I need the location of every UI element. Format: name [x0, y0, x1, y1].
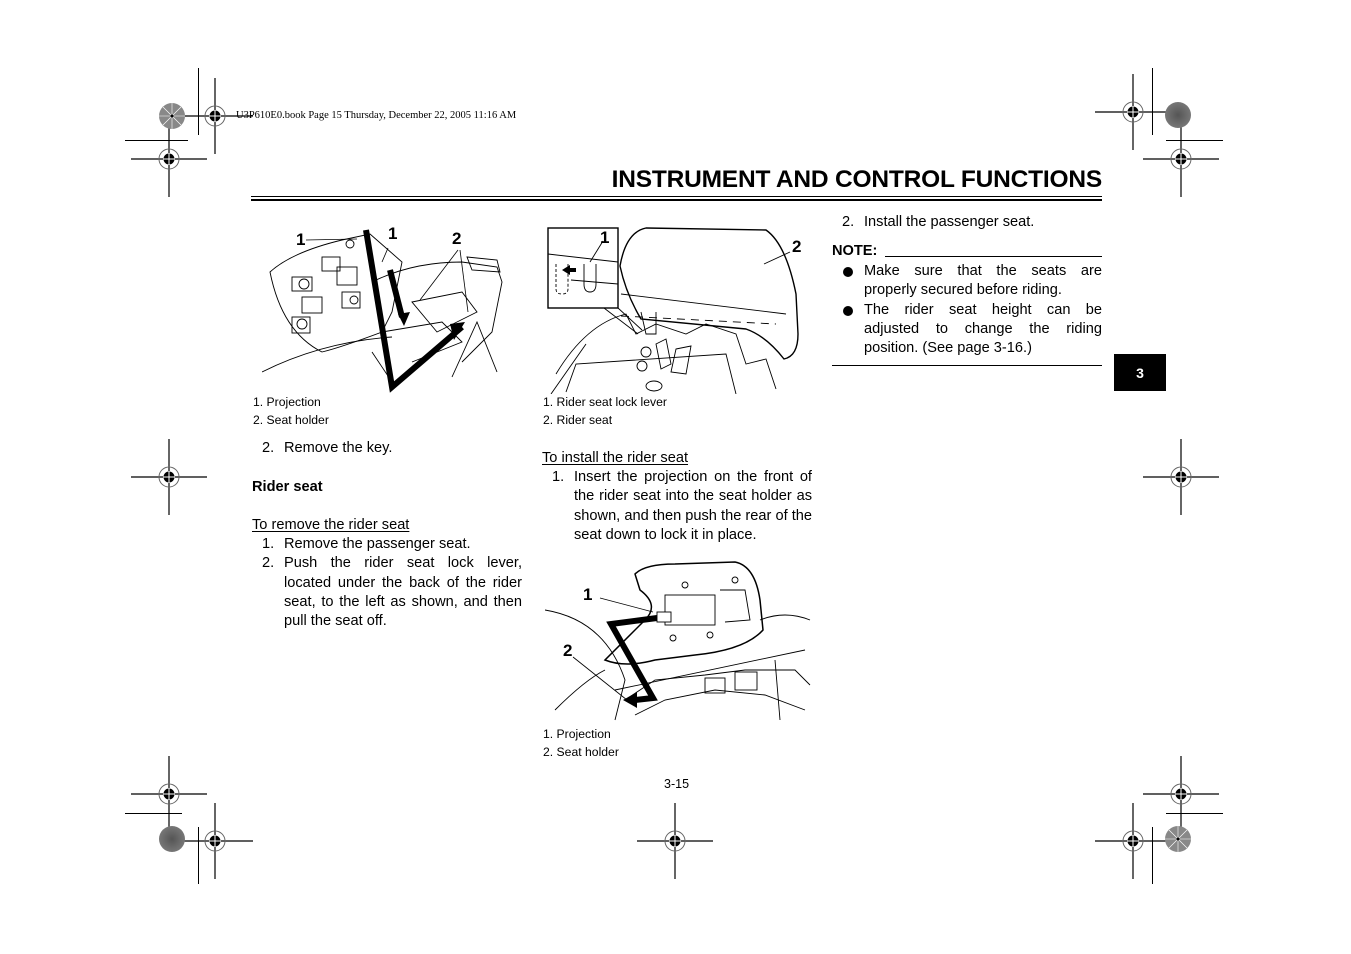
- caption: 1. Projection: [253, 395, 321, 409]
- figure-rider-seat-lock-lever: 1 2: [546, 224, 812, 395]
- step-text: Install the passenger seat.: [864, 214, 1035, 230]
- crosshair-icon: [130, 120, 208, 198]
- bullet-text: The rider seat height can be adjusted to…: [864, 301, 1102, 357]
- title-rule-thin: [251, 196, 1102, 197]
- callout-2: 2: [792, 237, 802, 256]
- caption: 2. Rider seat: [543, 413, 613, 427]
- subheading-install-rider-seat: To install the rider seat: [542, 450, 689, 466]
- crosshair-icon: [1094, 802, 1172, 880]
- figure-captions: 1. Projection 2. Seat holder: [543, 725, 619, 761]
- step-number: 2.: [262, 440, 275, 456]
- note-bullets: Make sure that the seats are properly se…: [832, 262, 1102, 358]
- step-number: 1.: [552, 469, 565, 485]
- bullet-text: Make sure that the seats are properly se…: [864, 263, 1102, 299]
- note-label: NOTE:: [832, 243, 878, 259]
- page-number: 3-15: [664, 777, 690, 791]
- step-text: Insert the projection on the front of th…: [574, 469, 812, 543]
- figure-seat-holder-projection: 1 1 2: [261, 222, 512, 394]
- crosshair-icon: [130, 755, 208, 833]
- step-remove-key: 2. Remove the key.: [252, 439, 522, 458]
- gray-disc-icon: [159, 826, 185, 852]
- step-text: Remove the key.: [284, 440, 393, 456]
- crosshair-icon: [1142, 120, 1220, 198]
- crosshair-icon: [1094, 73, 1172, 151]
- caption: 2. Seat holder: [543, 745, 619, 759]
- book-header: U3P610E0.book Page 15 Thursday, December…: [236, 110, 517, 121]
- crosshair-icon: [1142, 755, 1220, 833]
- bullet-icon: [843, 305, 853, 316]
- callout-1: 1: [296, 230, 306, 249]
- list-item: 1. Remove the passenger seat.: [252, 535, 522, 554]
- callout-2: 2: [563, 641, 573, 660]
- callout-1: 1: [600, 228, 610, 247]
- bullet-icon: [843, 267, 853, 277]
- note-bullet: The rider seat height can be adjusted to…: [832, 301, 1102, 359]
- subheading-remove-rider-seat: To remove the rider seat: [252, 517, 410, 533]
- install-steps-list: 1. Insert the projection on the front of …: [542, 468, 812, 545]
- note-end-rule: [832, 365, 1102, 366]
- lock-lever-illustration: [547, 227, 799, 395]
- callout-1: 1: [388, 224, 398, 243]
- callout-1: 1: [583, 585, 593, 604]
- step-number: 2.: [842, 214, 855, 230]
- title-rule-thick: [251, 199, 1102, 201]
- starburst-icon: [159, 103, 185, 129]
- chapter-tab: 3: [1114, 354, 1166, 391]
- list-item: 1. Insert the projection on the front of …: [542, 468, 812, 545]
- step-number: 2.: [262, 555, 275, 572]
- note-rule: [885, 256, 1102, 257]
- crosshair-icon: [1142, 438, 1220, 516]
- caption: 2. Seat holder: [253, 413, 329, 427]
- callout-2: 2: [452, 229, 462, 248]
- step-text: Push the rider seat lock lever, located …: [284, 555, 522, 630]
- gray-disc-icon: [1165, 102, 1191, 128]
- step-number: 1.: [262, 536, 275, 552]
- section-heading-rider-seat: Rider seat: [252, 479, 323, 495]
- note-bullet: Make sure that the seats are properly se…: [832, 262, 1102, 301]
- figure-captions: 1. Projection 2. Seat holder: [253, 393, 329, 429]
- figure-captions: 1. Rider seat lock lever 2. Rider seat: [543, 393, 667, 429]
- crosshair-icon: [176, 802, 254, 880]
- starburst-icon: [1165, 826, 1191, 852]
- crosshair-icon: [636, 802, 714, 880]
- step-text: Remove the passenger seat.: [284, 536, 471, 552]
- figure-install-projection: 1 2: [544, 560, 811, 728]
- caption: 1. Rider seat lock lever: [543, 395, 667, 409]
- caption: 1. Projection: [543, 727, 611, 741]
- crosshair-icon: [130, 438, 208, 516]
- list-item: 2. Push the rider seat lock lever, locate…: [252, 554, 522, 631]
- page-title: INSTRUMENT AND CONTROL FUNCTIONS: [611, 166, 1103, 193]
- remove-steps-list: 1. Remove the passenger seat. 2. Push the …: [252, 535, 522, 631]
- step-install-passenger-seat: 2. Install the passenger seat.: [832, 213, 1102, 232]
